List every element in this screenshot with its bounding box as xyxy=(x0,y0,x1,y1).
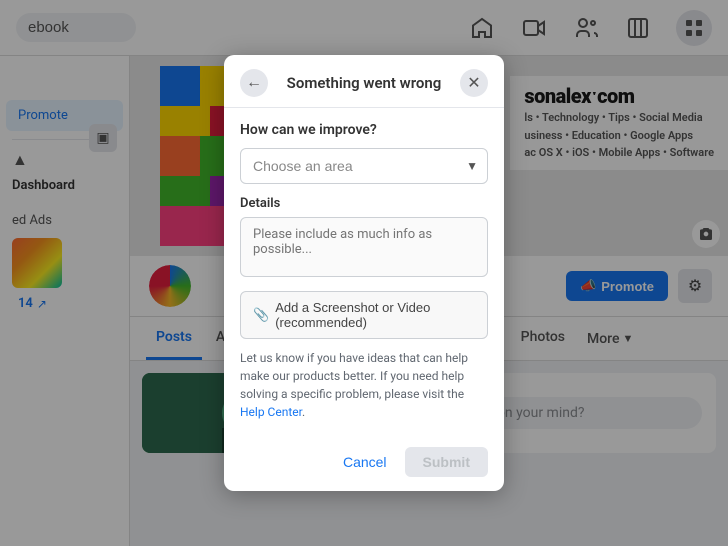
back-icon: ← xyxy=(246,74,262,92)
modal-back-button[interactable]: ← xyxy=(240,69,268,97)
close-icon: ✕ xyxy=(467,73,480,93)
help-center-link[interactable]: Help Center xyxy=(240,405,302,419)
modal-header: ← Something went wrong ✕ xyxy=(224,55,504,108)
details-label: Details xyxy=(240,196,488,211)
modal-footer: Cancel Submit xyxy=(224,447,504,491)
details-textarea[interactable] xyxy=(240,217,488,277)
modal-overlay: ← Something went wrong ✕ How can we impr… xyxy=(0,0,728,546)
modal-info: Let us know if you have ideas that can h… xyxy=(240,349,488,421)
area-select[interactable]: Choose an area xyxy=(240,148,488,184)
feedback-modal: ← Something went wrong ✕ How can we impr… xyxy=(224,55,504,491)
modal-title: Something went wrong xyxy=(268,74,460,92)
area-select-wrapper: Choose an area ▼ xyxy=(240,148,488,184)
submit-button[interactable]: Submit xyxy=(405,447,488,477)
screenshot-button[interactable]: 📎 Add a Screenshot or Video (recommended… xyxy=(240,291,488,339)
cancel-button[interactable]: Cancel xyxy=(333,447,397,477)
modal-question: How can we improve? xyxy=(240,122,488,138)
modal-close-button[interactable]: ✕ xyxy=(460,69,488,97)
screenshot-label: Add a Screenshot or Video (recommended) xyxy=(275,300,475,330)
modal-body: How can we improve? Choose an area ▼ Det… xyxy=(224,108,504,447)
attachment-icon: 📎 xyxy=(253,307,269,323)
info-text: Let us know if you have ideas that can h… xyxy=(240,351,468,401)
